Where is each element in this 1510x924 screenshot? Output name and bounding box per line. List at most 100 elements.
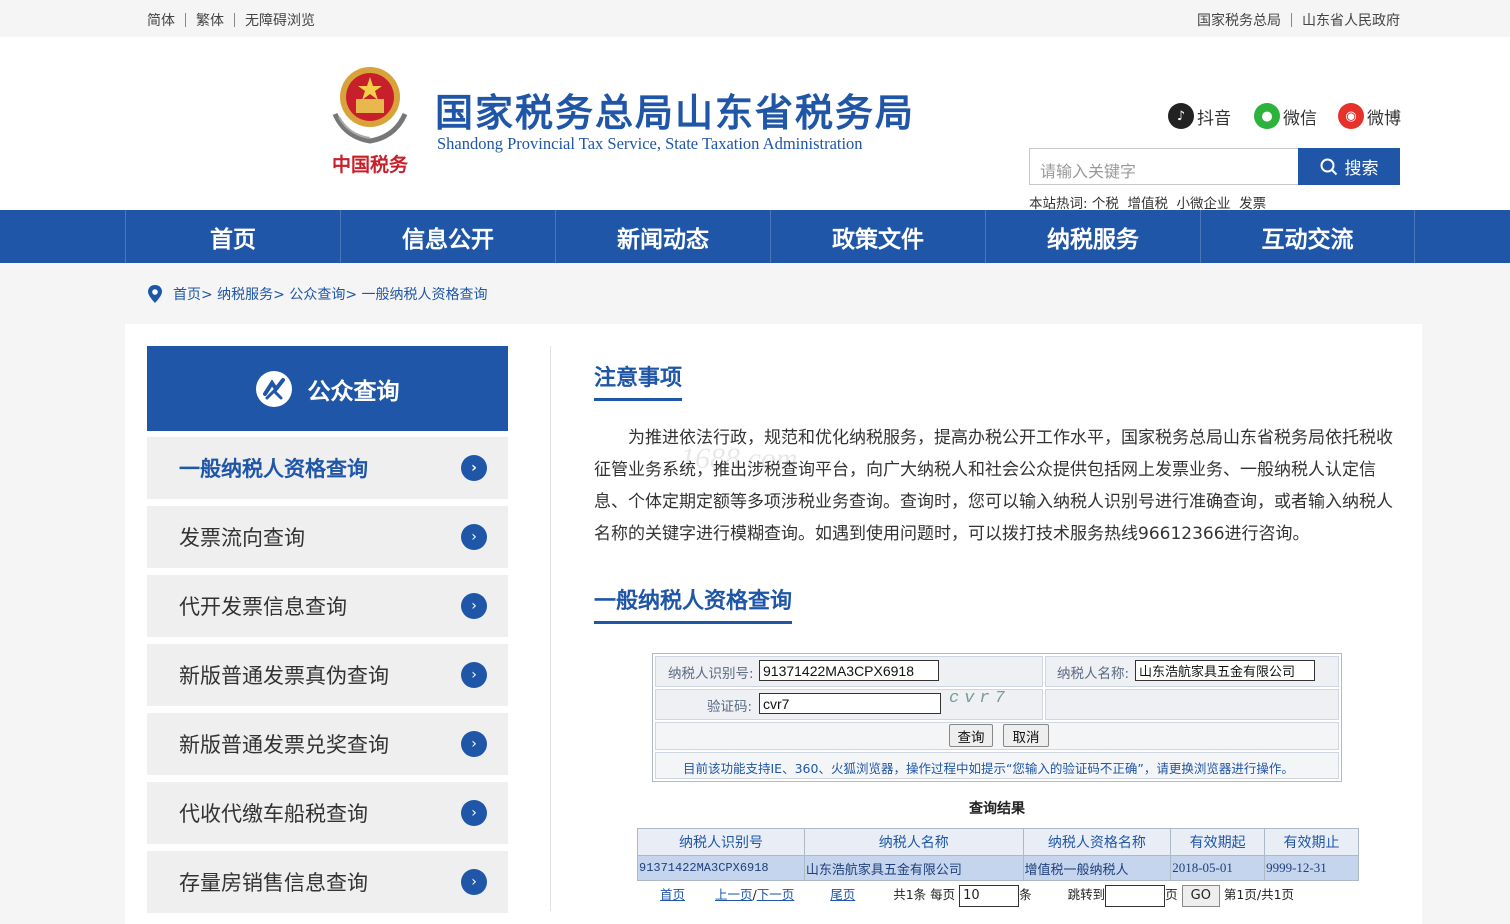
sidebar-item-taxpayer-qualification[interactable]: 一般纳税人资格查询 ›	[147, 437, 508, 499]
divider	[1291, 13, 1292, 27]
first-page-link[interactable]: 首页	[660, 887, 685, 902]
query-logo-icon	[255, 370, 292, 407]
sidebar-item-label: 代收代缴车船税查询	[179, 802, 368, 826]
weibo-label: 微博	[1367, 108, 1401, 129]
col-valid-to: 有效期止	[1264, 828, 1359, 856]
nav-home[interactable]: 首页	[125, 210, 340, 263]
total-count: 共1条	[893, 887, 927, 902]
main-nav: 首页 信息公开 新闻动态 政策文件 纳税服务 互动交流	[0, 210, 1510, 263]
wechat-link[interactable]: ● 微信	[1254, 103, 1317, 129]
breadcrumb: 首页> 纳税服务> 公众查询> 一般纳税人资格查询	[147, 284, 488, 304]
pagination: 首页 上一页/下一页 尾页 共1条 每页 10 条 跳转到页 GO 第1页/共1页	[660, 884, 1294, 907]
chevron-right-icon: ›	[461, 731, 487, 757]
wechat-icon: ●	[1254, 103, 1280, 129]
prev-page-link[interactable]: 上一页	[715, 887, 753, 902]
divider	[185, 13, 186, 27]
weibo-icon: ◉	[1338, 103, 1364, 129]
column-divider	[550, 346, 551, 911]
nav-interaction[interactable]: 互动交流	[1200, 210, 1415, 263]
simplified-link[interactable]: 简体	[147, 10, 175, 30]
empty-cell	[1045, 689, 1339, 720]
douyin-link[interactable]: ♪ 抖音	[1168, 103, 1231, 129]
traditional-link[interactable]: 繁体	[196, 10, 224, 30]
sidebar-item-label: 新版普通发票兑奖查询	[179, 733, 389, 757]
nav-news[interactable]: 新闻动态	[555, 210, 770, 263]
name-input[interactable]	[1135, 660, 1315, 681]
search-input[interactable]: 请输入关键字	[1029, 148, 1299, 185]
sidebar-item-issued-invoice[interactable]: 代开发票信息查询 ›	[147, 575, 508, 637]
site-header: 中国税务 国家税务总局山东省税务局 Shandong Provincial Ta…	[0, 37, 1510, 212]
wechat-label: 微信	[1283, 108, 1317, 129]
cell-qualification: 增值税一般纳税人	[1022, 855, 1172, 881]
emblem-caption: 中国税务	[332, 153, 409, 176]
language-switch: 简体 繁体 无障碍浏览	[147, 10, 315, 30]
chevron-right-icon: ›	[461, 869, 487, 895]
sidebar-item-label: 发票流向查询	[179, 526, 305, 550]
captcha-image[interactable]: cvr7	[949, 689, 1010, 708]
jump-label: 跳转到	[1067, 887, 1106, 902]
cancel-button[interactable]: 取消	[1003, 724, 1049, 747]
per-page-input[interactable]: 10	[959, 884, 1020, 907]
sidebar-item-invoice-flow[interactable]: 发票流向查询 ›	[147, 506, 508, 568]
table-row[interactable]: 91371422MA3CPX6918 山东浩航家具五金有限公司 增值税一般纳税人…	[637, 855, 1359, 881]
sidebar-item-invoice-verify[interactable]: 新版普通发票真伪查询 ›	[147, 644, 508, 706]
sidebar-item-label: 代开发票信息查询	[179, 595, 347, 619]
sidebar-title: 公众查询	[307, 378, 400, 405]
tax-emblem-logo[interactable]: 中国税务	[325, 59, 415, 179]
divider	[234, 13, 235, 27]
site-title: 国家税务总局山东省税务局	[435, 91, 916, 135]
col-taxid: 纳税人识别号	[637, 828, 805, 856]
chevron-right-icon: ›	[461, 800, 487, 826]
breadcrumb-path[interactable]: 首页> 纳税服务> 公众查询> 一般纳税人资格查询	[173, 284, 488, 304]
sidebar-item-invoice-lottery[interactable]: 新版普通发票兑奖查询 ›	[147, 713, 508, 775]
sidebar-item-housing-sales[interactable]: 存量房销售信息查询 ›	[147, 851, 508, 913]
next-page-link[interactable]: 下一页	[757, 887, 795, 902]
search-icon	[1320, 158, 1337, 175]
hot-words: 本站热词: 个税 增值税 小微企业 发票	[1029, 192, 1266, 212]
cell-taxid: 91371422MA3CPX6918	[637, 855, 805, 881]
search-button-label: 搜索	[1344, 159, 1379, 179]
page-unit: 页	[1165, 887, 1178, 902]
chevron-right-icon: ›	[461, 662, 487, 688]
sidebar-item-vehicle-tax[interactable]: 代收代缴车船税查询 ›	[147, 782, 508, 844]
name-label: 纳税人名称:	[1057, 666, 1130, 682]
accessibility-link[interactable]: 无障碍浏览	[245, 10, 315, 30]
col-qualification: 纳税人资格名称	[1022, 828, 1172, 856]
search-button[interactable]: 搜索	[1298, 148, 1400, 185]
douyin-label: 抖音	[1197, 108, 1231, 129]
location-pin-icon	[148, 285, 162, 303]
nav-info-disclosure[interactable]: 信息公开	[340, 210, 555, 263]
sidebar-header: 公众查询	[147, 346, 508, 431]
results-header-row: 纳税人识别号 纳税人名称 纳税人资格名称 有效期起 有效期止	[637, 828, 1359, 856]
nav-policy[interactable]: 政策文件	[770, 210, 985, 263]
last-page-link[interactable]: 尾页	[830, 887, 855, 902]
results-table: 纳税人识别号 纳税人名称 纳税人资格名称 有效期起 有效期止 91371422M…	[637, 828, 1359, 881]
nav-tax-service[interactable]: 纳税服务	[985, 210, 1200, 263]
weibo-link[interactable]: ◉ 微博	[1338, 103, 1401, 129]
province-gov-link[interactable]: 山东省人民政府	[1302, 10, 1400, 30]
taxid-label: 纳税人识别号:	[668, 666, 754, 682]
chevron-right-icon: ›	[461, 524, 487, 550]
col-name: 纳税人名称	[803, 828, 1024, 856]
top-utility-bar: 简体 繁体 无障碍浏览 国家税务总局 山东省人民政府	[0, 0, 1510, 37]
per-page-unit: 条	[1019, 887, 1032, 902]
go-button[interactable]: GO	[1181, 884, 1220, 907]
notice-title: 注意事项	[594, 360, 683, 401]
douyin-icon: ♪	[1168, 103, 1194, 129]
page-status: 第1页/共1页	[1223, 887, 1295, 902]
cell-name: 山东浩航家具五金有限公司	[803, 855, 1024, 881]
cell-valid-from: 2018-05-01	[1170, 855, 1266, 881]
query-title: 一般纳税人资格查询	[594, 583, 793, 624]
cell-valid-to: 9999-12-31	[1264, 855, 1359, 881]
captcha-label: 验证码:	[707, 699, 753, 715]
captcha-input[interactable]	[759, 693, 941, 714]
sat-link[interactable]: 国家税务总局	[1197, 10, 1281, 30]
external-links: 国家税务总局 山东省人民政府	[1197, 10, 1400, 30]
jump-page-input[interactable]	[1105, 884, 1166, 907]
per-page-label: 每页	[930, 887, 956, 902]
taxid-input[interactable]	[759, 660, 939, 681]
watermark: 1688.com	[680, 442, 798, 475]
button-row	[655, 722, 1339, 750]
sidebar-item-label: 一般纳税人资格查询	[179, 457, 368, 481]
query-button[interactable]: 查询	[949, 724, 993, 747]
